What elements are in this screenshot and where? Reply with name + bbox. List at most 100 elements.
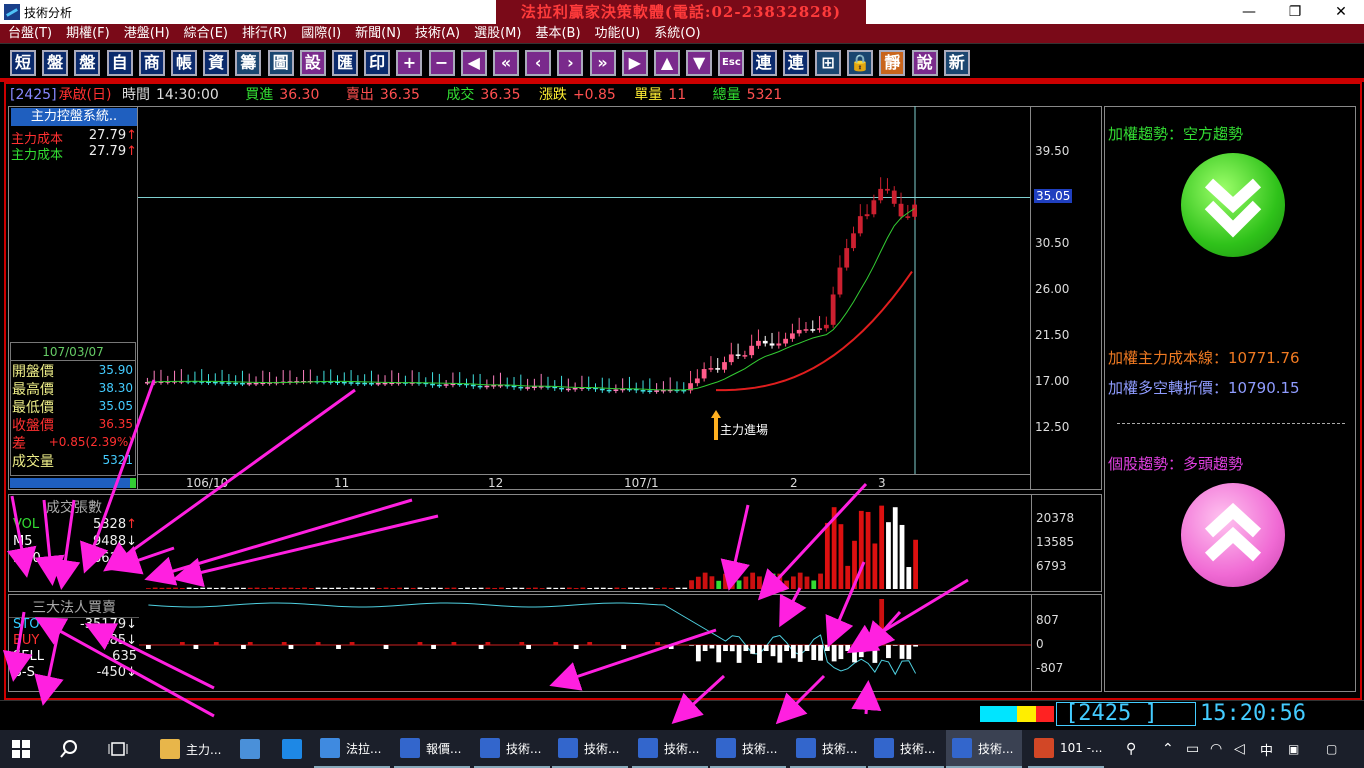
candle[interactable]: [885, 178, 890, 194]
candle[interactable]: [810, 320, 816, 333]
zoom-in-button[interactable]: +: [396, 50, 423, 76]
candle[interactable]: [470, 374, 476, 389]
export-button[interactable]: 匯: [332, 50, 358, 76]
task-tech-5[interactable]: 技術...: [790, 730, 866, 768]
candle[interactable]: [756, 329, 761, 349]
minimize-button[interactable]: —: [1226, 0, 1272, 24]
candle[interactable]: [443, 379, 449, 388]
notification-icon[interactable]: ▢: [1326, 730, 1337, 768]
candle[interactable]: [158, 369, 164, 385]
candle[interactable]: [769, 332, 775, 349]
candle[interactable]: [661, 381, 666, 394]
candle[interactable]: [783, 332, 788, 347]
candle[interactable]: [857, 204, 863, 237]
intraday-button[interactable]: 盤: [42, 50, 69, 76]
candle[interactable]: [172, 370, 177, 385]
candle[interactable]: [627, 376, 632, 392]
escape-button[interactable]: Esc: [718, 50, 745, 76]
menu-item-0[interactable]: 台盤(T): [0, 24, 58, 43]
candle[interactable]: [790, 323, 795, 342]
candle[interactable]: [803, 322, 809, 333]
menu-item-10[interactable]: 功能(U): [587, 24, 647, 43]
account-button[interactable]: 帳: [171, 50, 197, 76]
candle[interactable]: [477, 373, 483, 390]
reconnect-button[interactable]: 連: [782, 50, 809, 76]
search-button[interactable]: [60, 730, 78, 768]
chevron-up-icon[interactable]: ⌃: [1162, 730, 1174, 768]
candle[interactable]: [369, 370, 374, 387]
menu-item-7[interactable]: 技術(A): [407, 24, 466, 43]
start-button[interactable]: [12, 730, 34, 768]
candle[interactable]: [192, 371, 198, 385]
task-view-button[interactable]: [108, 730, 128, 768]
candle[interactable]: [599, 377, 605, 393]
candle[interactable]: [253, 376, 259, 387]
calendar-icon[interactable]: ▣: [1288, 730, 1299, 768]
candle[interactable]: [274, 376, 279, 386]
menu-item-4[interactable]: 排行(R): [234, 24, 293, 43]
candle[interactable]: [362, 374, 368, 387]
person-icon[interactable]: ⚲: [1126, 730, 1136, 768]
candle[interactable]: [552, 380, 558, 391]
candle[interactable]: [511, 377, 517, 390]
candle[interactable]: [654, 383, 659, 394]
mute-button[interactable]: 靜: [879, 50, 906, 76]
candle[interactable]: [667, 377, 673, 393]
ime-indicator[interactable]: 中: [1260, 730, 1273, 768]
candle[interactable]: [199, 369, 205, 385]
candle[interactable]: [565, 378, 571, 392]
candle[interactable]: [633, 382, 639, 394]
chips-button[interactable]: 籌: [235, 50, 262, 76]
candle[interactable]: [891, 186, 897, 207]
info-button[interactable]: 資: [203, 50, 230, 76]
candle[interactable]: [864, 204, 870, 220]
candle[interactable]: [878, 177, 884, 204]
battery-icon[interactable]: ▭: [1186, 730, 1199, 768]
candle[interactable]: [606, 378, 612, 394]
lock-button[interactable]: 🔒: [847, 50, 874, 76]
candle[interactable]: [348, 370, 354, 386]
candle[interactable]: [749, 334, 755, 359]
task-tech-1[interactable]: 技術...: [474, 730, 550, 768]
candle[interactable]: [457, 372, 463, 387]
task-tech-7[interactable]: 技術...: [946, 730, 1022, 768]
candle[interactable]: [559, 375, 564, 392]
candle[interactable]: [688, 370, 693, 394]
candle[interactable]: [532, 378, 537, 391]
candle[interactable]: [226, 374, 232, 386]
candle[interactable]: [776, 331, 782, 349]
candle[interactable]: [246, 373, 252, 387]
task-tech-4[interactable]: 技術...: [710, 730, 786, 768]
system-title[interactable]: 主力控盤系統..: [11, 108, 137, 126]
candle[interactable]: [762, 335, 768, 347]
candle[interactable]: [674, 381, 680, 393]
candle[interactable]: [206, 374, 211, 385]
candle[interactable]: [219, 369, 225, 386]
task-folder[interactable]: 主力...: [154, 730, 230, 768]
page-forward-button[interactable]: »: [589, 50, 616, 76]
volume-chart[interactable]: [139, 495, 1031, 591]
status-code[interactable]: [2425 ]: [1056, 702, 1196, 726]
settings-button[interactable]: 設: [299, 50, 326, 76]
candle[interactable]: [525, 378, 530, 391]
candle[interactable]: [328, 369, 334, 385]
print-button[interactable]: 印: [364, 50, 391, 76]
candle[interactable]: [423, 377, 429, 387]
candle[interactable]: [796, 317, 802, 337]
scroll-end-button[interactable]: ▶: [621, 50, 648, 76]
task-quote[interactable]: 報價...: [394, 730, 470, 768]
candle[interactable]: [871, 194, 877, 218]
menu-item-9[interactable]: 基本(B): [527, 24, 586, 43]
candle[interactable]: [341, 372, 347, 386]
candle[interactable]: [504, 377, 510, 389]
task-tech-6[interactable]: 技術...: [868, 730, 944, 768]
candle[interactable]: [837, 255, 843, 298]
task-ie[interactable]: [276, 730, 310, 768]
candle[interactable]: [355, 375, 361, 386]
menu-item-5[interactable]: 國際(I): [293, 24, 347, 43]
scroll-start-button[interactable]: ◀: [460, 50, 487, 76]
candlestick-chart[interactable]: 主力進場: [138, 106, 1030, 474]
candle[interactable]: [185, 374, 191, 385]
task-computer[interactable]: [234, 730, 268, 768]
menu-item-1[interactable]: 期權(F): [58, 24, 116, 43]
